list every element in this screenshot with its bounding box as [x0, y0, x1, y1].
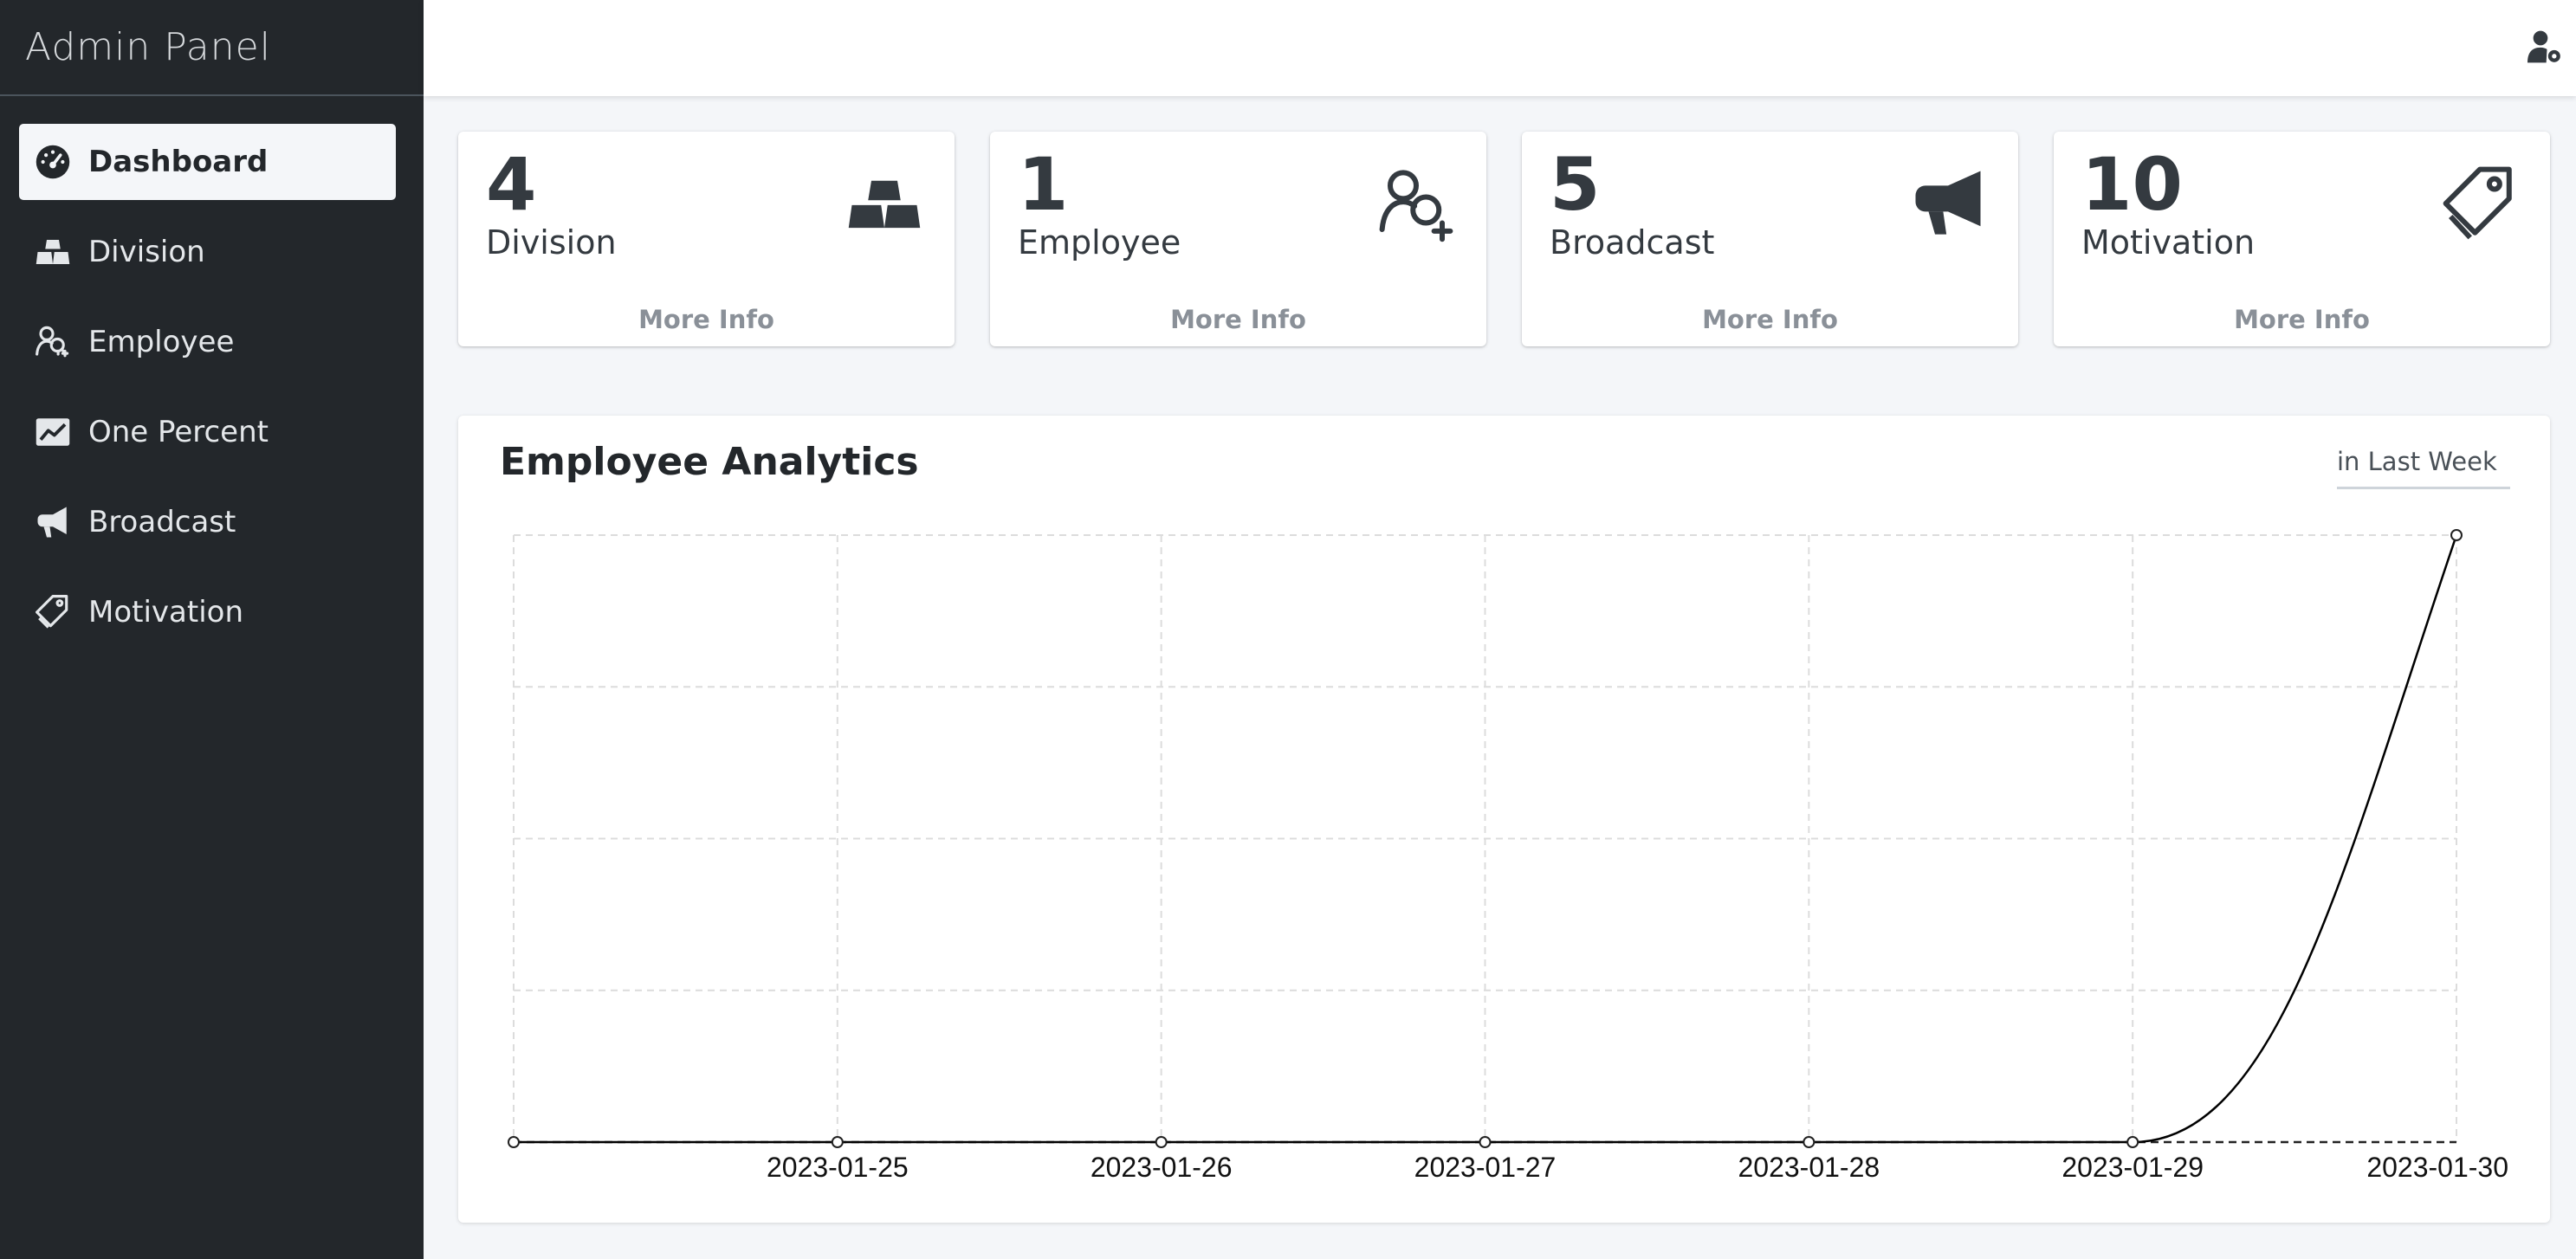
x-tick-label: 2023-01-26	[1091, 1152, 1233, 1183]
x-tick-label: 2023-01-30	[2366, 1152, 2508, 1183]
data-point	[2450, 529, 2463, 541]
data-point	[831, 1136, 844, 1148]
data-point	[2126, 1136, 2139, 1148]
tag-icon	[33, 592, 73, 632]
sidebar-item-label: Employee	[88, 325, 235, 359]
analytics-line-chart: 2023-01-25 2023-01-26 2023-01-27 2023-01-28…	[508, 529, 2508, 1183]
sidebar-item-label: Broadcast	[88, 505, 236, 539]
user-add-icon	[1379, 170, 1453, 242]
tag-icon	[2443, 166, 2512, 240]
x-tick-label: 2023-01-29	[2061, 1152, 2204, 1183]
sidebar-item-label: One Percent	[88, 415, 269, 449]
data-point	[1155, 1136, 1168, 1148]
user-gear-icon[interactable]	[2527, 29, 2562, 64]
stat-card-broadcast: 5 Broadcast More Info	[1522, 132, 2018, 346]
stat-label: Broadcast	[1550, 223, 1715, 261]
sidebar-item-label: Dashboard	[88, 145, 269, 179]
line-chart-icon	[33, 412, 73, 452]
sidebar-item-employee[interactable]: Employee	[19, 304, 396, 380]
stat-label: Motivation	[2081, 223, 2256, 261]
megaphone-icon	[33, 502, 73, 542]
megaphone-icon	[1915, 171, 1981, 235]
stat-count: 4	[486, 142, 537, 227]
dashboard-gauge-icon	[33, 142, 73, 182]
sidebar-item-dashboard[interactable]: Dashboard	[19, 124, 396, 200]
stat-label: Employee	[1018, 223, 1181, 261]
sidebar-nav: Dashboard Division Employee One Percent …	[0, 96, 424, 650]
gold-bars-icon	[33, 232, 73, 272]
stat-count: 1	[1018, 142, 1069, 227]
x-tick-label: 2023-01-28	[1738, 1152, 1880, 1183]
data-point	[1803, 1136, 1815, 1148]
stat-card-motivation: 10 Motivation More Info	[2054, 132, 2550, 346]
sidebar-item-motivation[interactable]: Motivation	[19, 574, 396, 650]
app-title: Admin Panel	[25, 25, 271, 69]
data-point	[508, 1136, 520, 1148]
brand[interactable]: Admin Panel	[0, 0, 424, 96]
sidebar-item-one-percent[interactable]: One Percent	[19, 394, 396, 470]
more-info-link[interactable]: More Info	[458, 305, 955, 334]
x-tick-label: 2023-01-27	[1414, 1152, 1557, 1183]
stat-count: 5	[1550, 142, 1601, 227]
more-info-link[interactable]: More Info	[1522, 305, 2018, 334]
stat-count: 10	[2081, 142, 2183, 227]
stat-card-division: 4 Division More Info	[458, 132, 955, 346]
stat-label: Division	[486, 223, 617, 261]
sidebar: Admin Panel Dashboard Division Employee …	[0, 0, 424, 1259]
sidebar-item-division[interactable]: Division	[19, 214, 396, 290]
x-tick-label: 2023-01-25	[767, 1152, 909, 1183]
employee-analytics-panel: Employee Analytics in Last Week 2023-01-…	[458, 416, 2550, 1223]
user-add-icon	[33, 322, 73, 362]
more-info-link[interactable]: More Info	[2054, 305, 2550, 334]
stat-card-employee: 1 Employee More Info	[990, 132, 1486, 346]
sidebar-item-broadcast[interactable]: Broadcast	[19, 484, 396, 560]
sidebar-item-label: Division	[88, 235, 205, 269]
data-point	[1479, 1136, 1492, 1148]
sidebar-item-label: Motivation	[88, 595, 243, 630]
topbar	[424, 0, 2576, 96]
gold-bars-icon	[848, 180, 921, 229]
more-info-link[interactable]: More Info	[990, 305, 1486, 334]
